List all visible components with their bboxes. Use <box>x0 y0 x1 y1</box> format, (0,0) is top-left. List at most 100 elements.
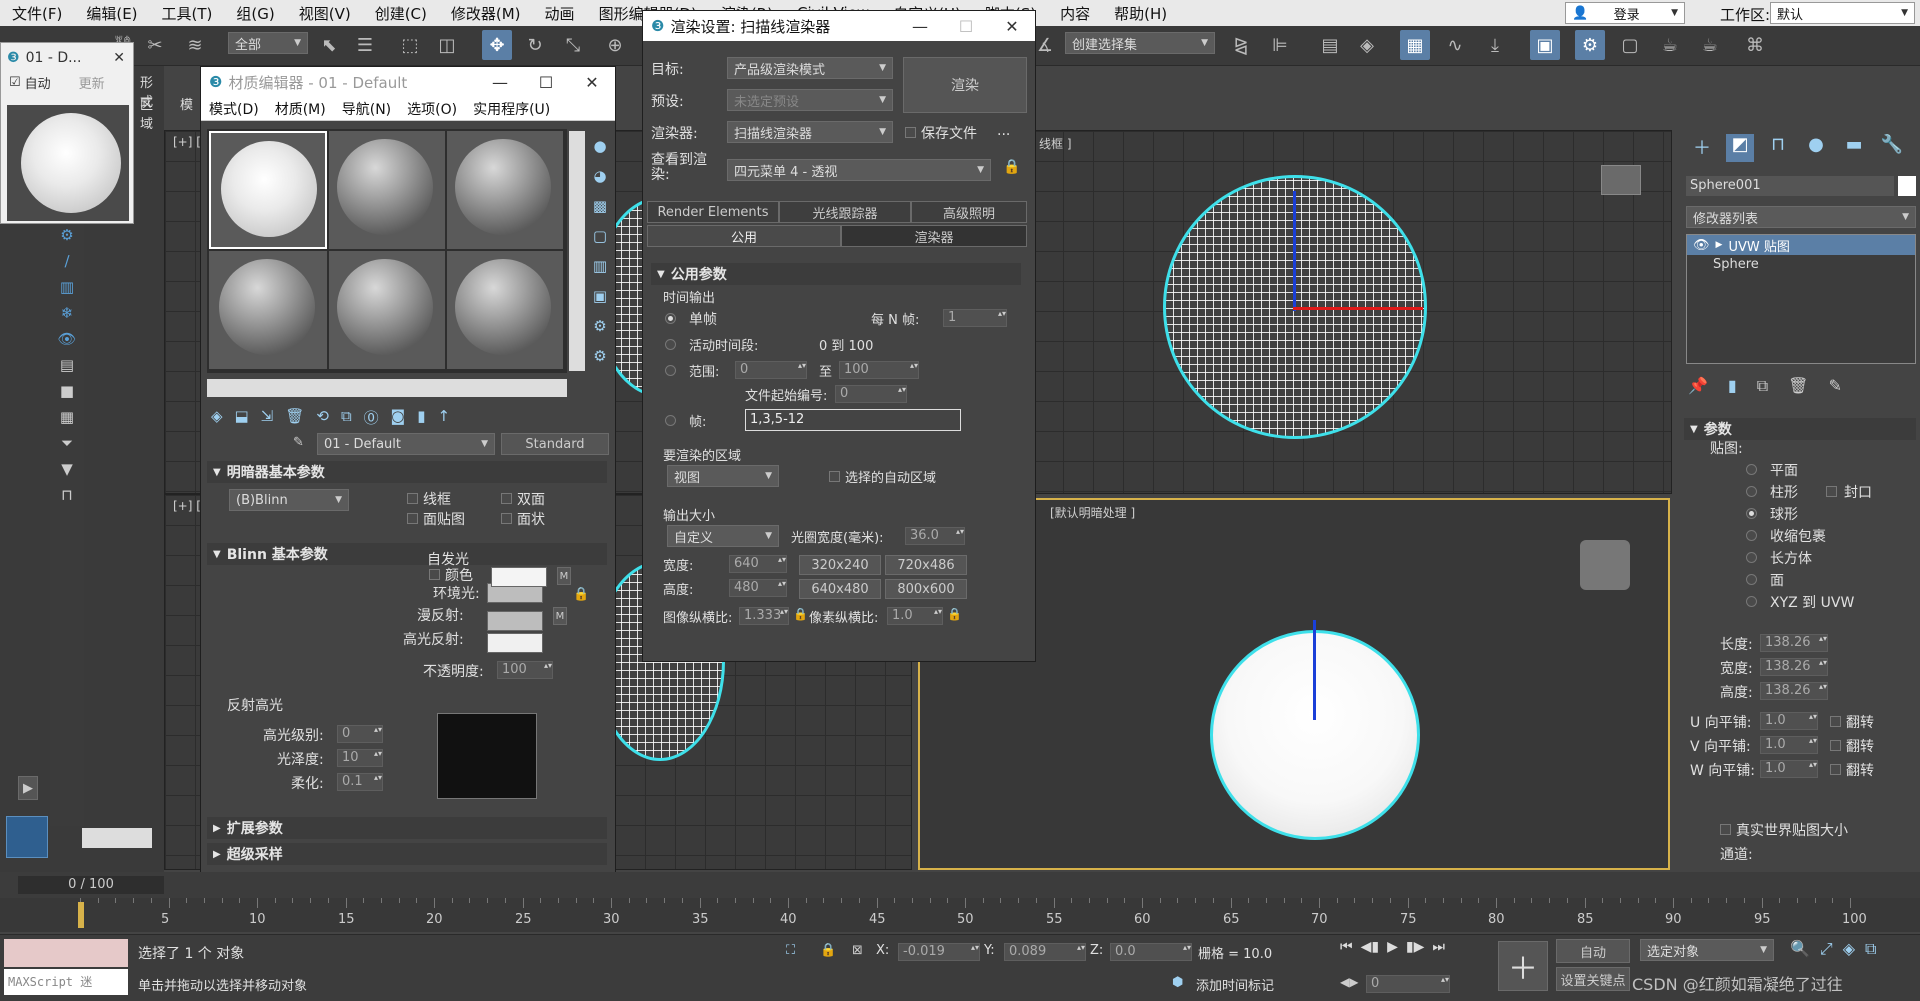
go-parent-icon[interactable]: ↑ <box>438 407 451 431</box>
image-aspect-spinner[interactable]: 1.333 <box>739 607 789 625</box>
object-name-field[interactable]: Sphere001 <box>1686 176 1894 196</box>
slots-scrollbar[interactable] <box>569 131 585 371</box>
range-from-spinner[interactable]: 0 <box>735 361 807 379</box>
opacity-spinner[interactable]: 100 <box>497 661 553 679</box>
play-icon[interactable]: ▶ <box>18 776 38 800</box>
sample-type-icon[interactable]: ● <box>589 131 611 161</box>
checkmark-icon[interactable]: ☑ <box>9 75 21 90</box>
viewcube-icon[interactable] <box>1580 540 1630 590</box>
minimize-icon[interactable]: — <box>477 73 523 92</box>
range-to-spinner[interactable]: 100 <box>839 361 919 379</box>
face-map-checkbox[interactable] <box>407 513 418 524</box>
timeline-ticks[interactable]: 5 10 15 20 25 30 35 40 45 50 55 60 65 70 75 80 85 90 95 100 <box>80 898 1867 932</box>
ribbon-tab-model[interactable]: 模 <box>180 94 193 113</box>
height-spinner[interactable]: 138.26 <box>1760 682 1828 700</box>
area-dropdown[interactable]: 视图 ▼ <box>667 465 779 487</box>
u-flip-checkbox[interactable] <box>1830 716 1841 727</box>
minimize-icon[interactable]: — <box>897 17 943 36</box>
zoom-all-icon[interactable]: ⤢ <box>1820 939 1833 963</box>
soften-spinner[interactable]: 0.1 <box>337 773 383 791</box>
align-icon[interactable]: ⊫ <box>1265 30 1295 60</box>
eye-icon[interactable]: 👁 <box>54 330 80 352</box>
set-key-icon[interactable]: ＋ <box>1498 941 1548 991</box>
window-crossing-icon[interactable]: ◫ <box>432 30 462 60</box>
menu-mode[interactable]: 模式(D) <box>201 99 267 119</box>
save-file-checkbox[interactable] <box>905 127 916 138</box>
menu-navigation[interactable]: 导航(N) <box>334 99 399 119</box>
output-size-dropdown[interactable]: 自定义 ▼ <box>667 525 779 547</box>
update-button[interactable]: 更新 <box>79 73 105 92</box>
v-flip-checkbox[interactable] <box>1830 740 1841 751</box>
maxscript-listener[interactable] <box>4 939 128 967</box>
tab-render-elements[interactable]: Render Elements <box>647 201 779 223</box>
shader-dropdown[interactable]: (B)Blinn ▼ <box>229 489 349 511</box>
every-n-spinner[interactable]: 1 <box>943 309 1007 327</box>
move-icon[interactable]: ✥ <box>482 30 512 60</box>
next-frame-icon[interactable]: ▮▶ <box>1406 939 1424 961</box>
make-unique-icon[interactable]: ⧉ <box>1757 376 1768 402</box>
tab-raytracer[interactable]: 光线跟踪器 <box>779 201 911 223</box>
sample-slot[interactable] <box>329 131 445 249</box>
hierarchy-tab-icon[interactable]: ⊓ <box>1764 134 1792 162</box>
menu-views[interactable]: 视图(V) <box>287 3 363 24</box>
spherical-radio[interactable] <box>1746 508 1757 519</box>
pin-stack-icon[interactable]: 📌 <box>1688 376 1708 402</box>
background-icon[interactable]: ▩ <box>589 191 611 221</box>
selection-filter-dropdown[interactable]: 全部 ▼ <box>228 32 308 54</box>
unlink-icon[interactable]: ✂ <box>140 30 170 60</box>
planar-radio[interactable] <box>1746 464 1757 475</box>
bind-spacewarp-icon[interactable]: ≋ <box>180 30 210 60</box>
parameters-rollout-header[interactable]: ▼ 参数 <box>1684 418 1916 440</box>
frames-input[interactable]: 1,3,5-12 <box>745 409 961 431</box>
menu-edit[interactable]: 编辑(E) <box>74 3 149 24</box>
rotate-icon[interactable]: ↻ <box>520 30 550 60</box>
menu-animation[interactable]: 动画 <box>533 3 587 24</box>
lock-icon[interactable]: 🔒 <box>793 607 808 621</box>
gizmo-x-axis[interactable] <box>1293 307 1423 310</box>
named-selection-set-dropdown[interactable]: 创建选择集 ▼ <box>1065 32 1215 54</box>
make-unique-icon[interactable]: ⟲ <box>316 407 329 431</box>
specular-swatch[interactable] <box>487 633 543 653</box>
common-params-header[interactable]: ▼ 公用参数 <box>651 263 1021 285</box>
rect-selection-icon[interactable]: ⬚ <box>395 30 425 60</box>
stack-item-uvw-map[interactable]: 👁 ▶ UVW 贴图 <box>1687 235 1915 255</box>
save-file-browse-button[interactable]: ... <box>997 123 1010 139</box>
filter-icon[interactable]: ▥ <box>54 278 80 300</box>
xyz-to-uvw-radio[interactable] <box>1746 596 1757 607</box>
u-tile-spinner[interactable]: 1.0 <box>1760 712 1818 730</box>
set-key-button[interactable]: 设置关键点 <box>1556 967 1630 991</box>
preset-800x600-button[interactable]: 800x600 <box>885 579 967 599</box>
w-flip-checkbox[interactable] <box>1830 764 1841 775</box>
menu-help[interactable]: 帮助(H) <box>1102 3 1179 24</box>
lock-icon[interactable]: 🔒 <box>1003 159 1020 175</box>
render-iterative-icon[interactable]: ☕ <box>1695 30 1725 60</box>
expand-icon[interactable]: ▶ <box>1716 240 1723 250</box>
doc-icon[interactable]: ▦ <box>54 408 80 430</box>
mirror-icon[interactable]: ⧎ <box>1226 30 1256 60</box>
dope-sheet-icon[interactable]: ⤓ <box>1480 30 1510 60</box>
lock-icon[interactable]: 🔒 <box>573 587 589 602</box>
cap-checkbox[interactable] <box>1826 486 1837 497</box>
viewport-layout-icon[interactable] <box>6 816 48 858</box>
time-slider-handle[interactable]: 0 / 100 <box>18 876 164 894</box>
modify-tab-icon[interactable]: ◩ <box>1726 134 1754 162</box>
reset-map-icon[interactable]: 🗑 <box>285 407 304 431</box>
zoom-extents-icon[interactable]: ◈ <box>1843 939 1855 963</box>
funnel-icon[interactable]: ⏷ <box>54 434 80 456</box>
range-radio[interactable] <box>665 365 676 376</box>
bone-icon[interactable]: ∕ <box>54 252 80 274</box>
sample-slot[interactable] <box>329 251 445 369</box>
options-icon[interactable]: ⚙ <box>589 311 611 341</box>
assign-material-icon[interactable]: ⇲ <box>261 407 274 431</box>
login-dropdown[interactable]: 👤 登录 ▼ <box>1565 2 1685 24</box>
glossiness-spinner[interactable]: 10 <box>337 749 383 767</box>
sample-slot[interactable] <box>447 131 563 249</box>
add-time-tag[interactable]: 添加时间标记 <box>1196 975 1274 994</box>
viewport-label[interactable]: 线框 ] <box>1039 135 1072 152</box>
viewport-label[interactable]: [默认明暗处理 ] <box>1050 504 1135 521</box>
box-radio[interactable] <box>1746 552 1757 563</box>
render-online-icon[interactable]: ⌘ <box>1740 30 1770 60</box>
layer-explorer-icon[interactable]: ◈ <box>1352 30 1382 60</box>
z-coord-field[interactable]: 0.0 <box>1110 943 1192 961</box>
self-illum-swatch[interactable] <box>491 567 547 587</box>
